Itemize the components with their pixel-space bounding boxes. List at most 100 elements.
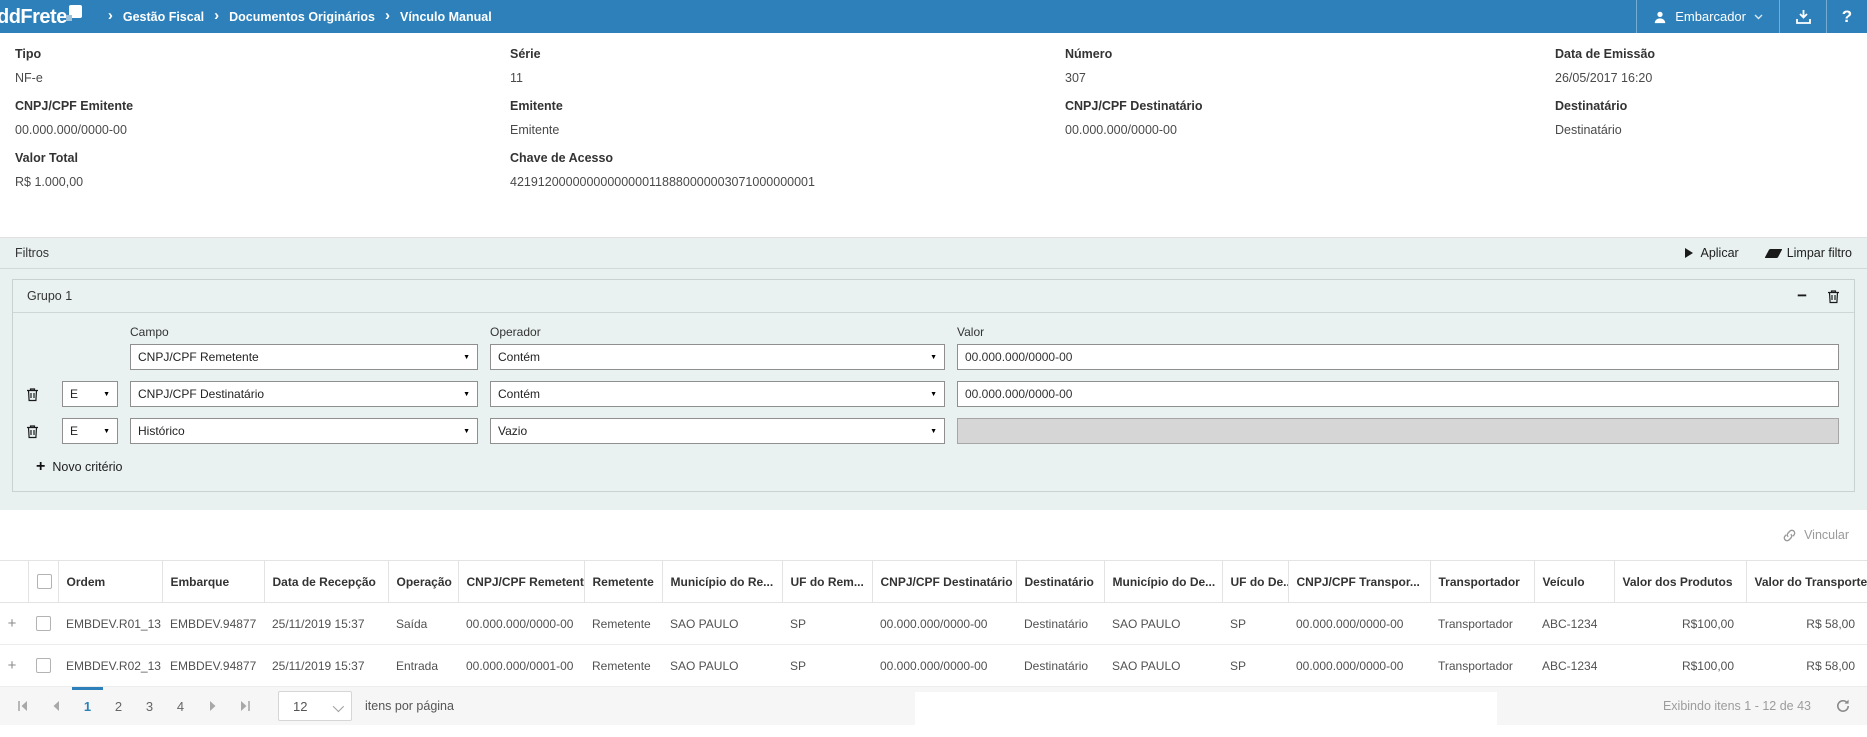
value-input[interactable] [957,381,1839,407]
column-header-cnpj-remetente[interactable]: CNPJ/CPF Remetente [458,561,584,603]
breadcrumb-item-vinculo-manual[interactable]: Vínculo Manual [400,10,492,24]
field-value: 307 [1065,71,1555,86]
plus-icon: + [36,461,45,473]
next-page-button[interactable] [196,687,229,725]
field-chave-acesso: Chave de Acesso 421912000000000000001188… [510,151,1857,190]
breadcrumb-chevron-icon: › [214,8,219,25]
table-header-row: Ordem Embarque Data de Recepção Operação… [0,561,1867,603]
cell-cnpj-destinatario: 00.000.000/0000-00 [872,645,1016,687]
operator-select[interactable]: Contém [490,381,945,407]
filters-section: Filtros Aplicar Limpar filtro Grupo 1 − [0,237,1867,510]
row-checkbox[interactable] [36,616,51,631]
delete-criterion-button[interactable] [26,424,50,439]
cell-uf-remetente: SP [782,645,872,687]
field-select[interactable]: CNPJ/CPF Destinatário [130,381,478,407]
column-header-uf-remetente[interactable]: UF do Rem... [782,561,872,603]
field-select[interactable]: Histórico [130,418,478,444]
column-header-operacao[interactable]: Operação [388,561,458,603]
select-all-checkbox[interactable] [37,574,52,589]
column-header-valor-produtos[interactable]: Valor dos Produtos [1614,561,1746,603]
field-label: CNPJ/CPF Emitente [15,99,510,114]
conjunction-select[interactable]: E [62,418,118,444]
page-button-4[interactable]: 4 [165,687,196,725]
page-button-2[interactable]: 2 [103,687,134,725]
column-header-embarque[interactable]: Embarque [162,561,264,603]
field-select[interactable]: CNPJ/CPF Remetente [130,344,478,370]
page-button-3[interactable]: 3 [134,687,165,725]
column-header-cnpj-destinatario[interactable]: CNPJ/CPF Destinatário [872,561,1016,603]
cell-operacao: Saída [388,603,458,645]
expand-row-button[interactable]: + [0,645,28,687]
breadcrumb: › Gestão Fiscal › Documentos Originários… [108,8,492,25]
column-header-veiculo[interactable]: Veículo [1534,561,1614,603]
breadcrumb-item-documentos-originarios[interactable]: Documentos Originários [229,10,375,24]
first-page-button[interactable] [6,687,39,725]
trash-icon [26,387,39,402]
column-header-municipio-destinatario[interactable]: Município do De... [1104,561,1222,603]
column-header-valor-transporte[interactable]: Valor do Transporte [1746,561,1867,603]
clear-filter-button[interactable]: Limpar filtro [1767,246,1852,260]
select-all-header [28,561,58,603]
column-header-municipio-remetente[interactable]: Município do Re... [662,561,782,603]
row-checkbox[interactable] [36,658,51,673]
eraser-icon [1764,249,1782,258]
cell-cnpj-transportador: 00.000.000/0000-00 [1288,603,1430,645]
value-input[interactable] [957,344,1839,370]
help-button[interactable]: ? [1827,0,1867,33]
delete-criterion-button[interactable] [26,387,50,402]
topbar: ddFrete › Gestão Fiscal › Documentos Ori… [0,0,1867,33]
column-header-cnpj-transportador[interactable]: CNPJ/CPF Transpor... [1288,561,1430,603]
previous-page-button[interactable] [39,687,72,725]
cell-cnpj-remetente: 00.000.000/0001-00 [458,645,584,687]
cell-data-recepcao: 25/11/2019 15:37 [264,645,388,687]
cell-cnpj-transportador: 00.000.000/0000-00 [1288,645,1430,687]
link-icon [1782,528,1797,543]
last-page-button[interactable] [229,687,262,725]
expand-row-button[interactable]: + [0,603,28,645]
refresh-icon[interactable] [1835,698,1851,714]
new-criterion-button[interactable]: + Novo critério [36,460,1839,474]
user-menu[interactable]: Embarcador [1637,9,1779,24]
breadcrumb-item-gestao-fiscal[interactable]: Gestão Fiscal [123,10,204,24]
cell-veiculo: ABC-1234 [1534,603,1614,645]
cell-destinatario: Destinatário [1016,603,1104,645]
cell-transportador: Transportador [1430,645,1534,687]
download-button[interactable] [1780,0,1826,33]
table-row[interactable]: + EMBDEV.R02_13 EMBDEV.94877 25/11/2019 … [0,645,1867,687]
cell-data-recepcao: 25/11/2019 15:37 [264,603,388,645]
page-size-select[interactable]: 12 [278,691,352,721]
collapse-group-button[interactable]: − [1797,291,1807,301]
field-value: Destinatário [1555,123,1857,138]
filter-group-panel: Grupo 1 − Campo Operador Valor [12,279,1855,492]
field-value: 11 [510,71,1065,86]
column-header-transportador[interactable]: Transportador [1430,561,1534,603]
delete-group-button[interactable] [1827,289,1840,304]
operator-select[interactable]: Contém [490,344,945,370]
breadcrumb-chevron-icon: › [108,8,113,25]
operator-select[interactable]: Vazio [490,418,945,444]
column-header-ordem[interactable]: Ordem [58,561,162,603]
new-criterion-label: Novo critério [52,460,122,474]
filter-group-title: Grupo 1 [27,289,72,303]
column-header-uf-destinatario[interactable]: UF do De... [1222,561,1288,603]
field-value: 00.000.000/0000-00 [15,123,510,138]
last-page-icon [239,700,252,712]
page-button-1[interactable]: 1 [72,687,103,725]
column-header-remetente[interactable]: Remetente [584,561,662,603]
table-row[interactable]: + EMBDEV.R01_13 EMBDEV.94877 25/11/2019 … [0,603,1867,645]
field-value: R$ 1.000,00 [15,175,510,190]
app-logo[interactable]: ddFrete [0,2,82,32]
field-cnpj-emitente: CNPJ/CPF Emitente 00.000.000/0000-00 [15,99,510,138]
conjunction-select[interactable]: E [62,381,118,407]
previous-page-icon [52,700,60,712]
column-header-data-recepcao[interactable]: Data de Recepção [264,561,388,603]
cell-remetente: Remetente [584,603,662,645]
field-serie: Série 11 [510,47,1065,86]
vincular-button[interactable]: Vincular [1804,528,1849,542]
apply-filter-button[interactable]: Aplicar [1685,246,1738,260]
field-emitente: Emitente Emitente [510,99,1065,138]
value-input-disabled [957,418,1839,444]
field-value: 00.000.000/0000-00 [1065,123,1555,138]
column-header-destinatario[interactable]: Destinatário [1016,561,1104,603]
chevron-down-icon [1754,14,1763,20]
